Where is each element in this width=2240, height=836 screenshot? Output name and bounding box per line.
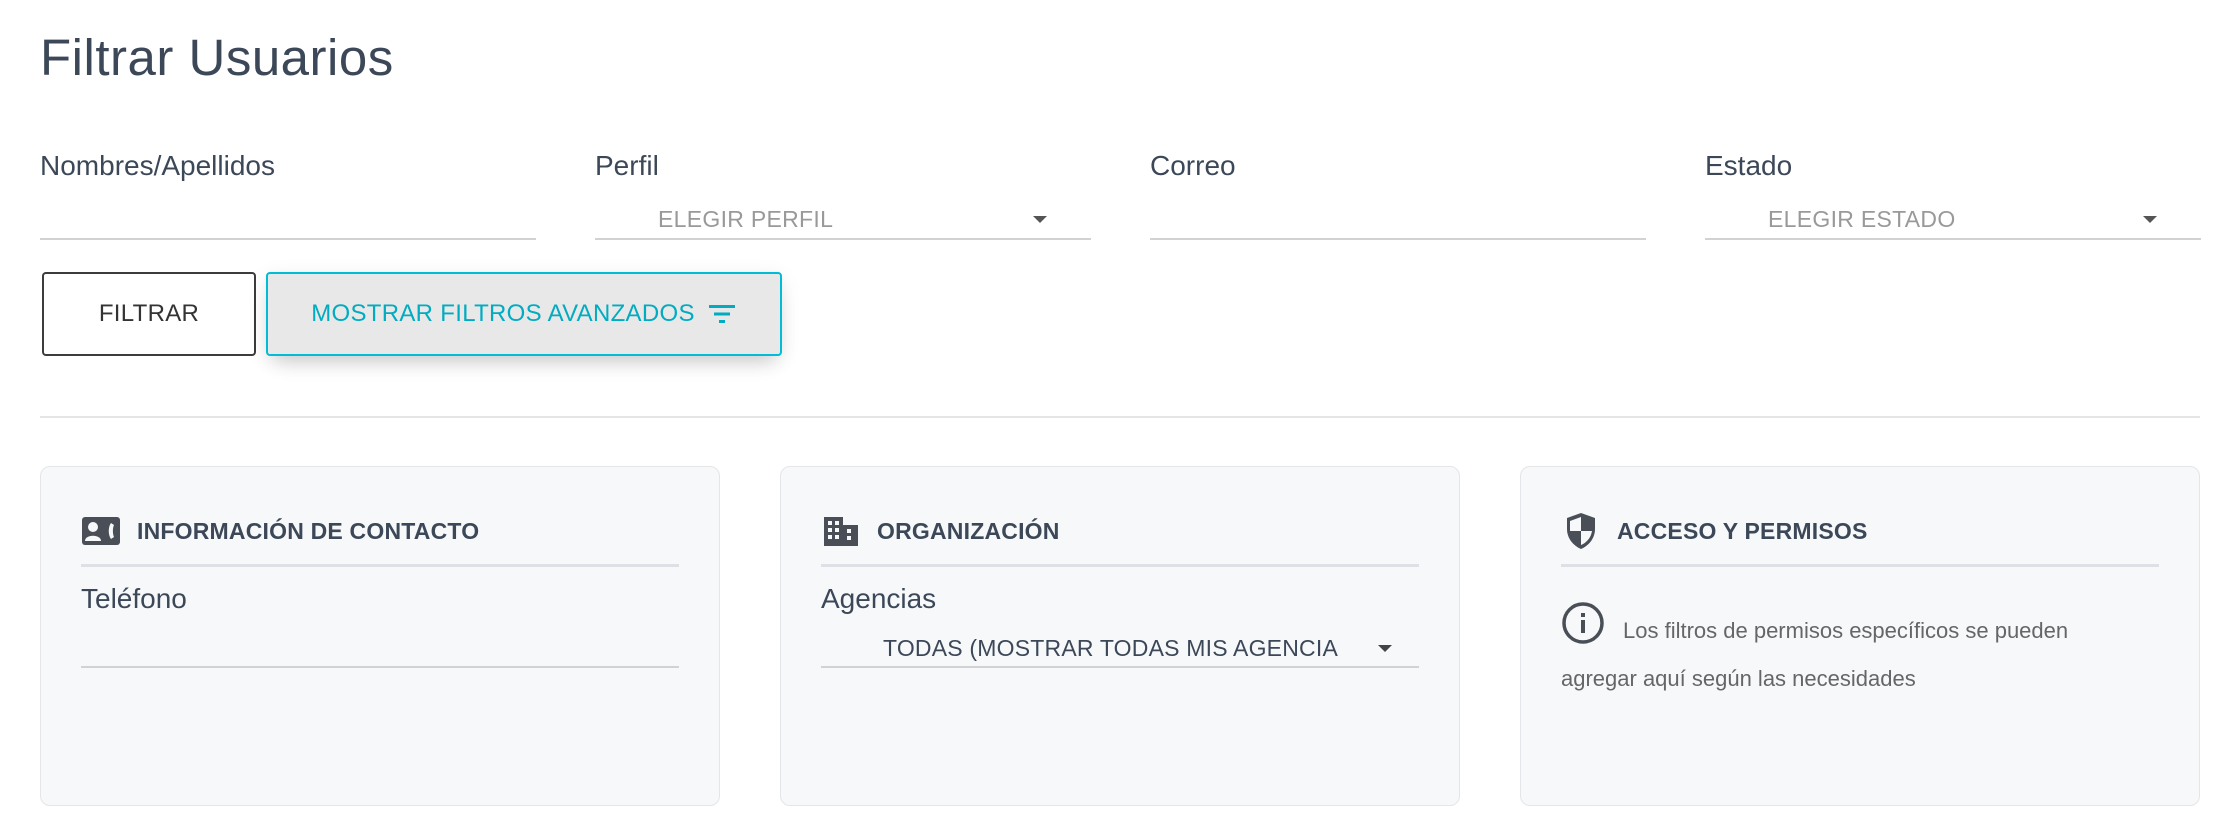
filter-list-icon (707, 302, 737, 326)
contact-info-card: INFORMACIÓN DE CONTACTO Teléfono (40, 466, 720, 806)
organization-card-header: ORGANIZACIÓN (821, 511, 1419, 551)
name-field[interactable]: Nombres/Apellidos (40, 150, 536, 240)
name-input-underline[interactable] (40, 238, 536, 240)
filter-users-page: Filtrar Usuarios Nombres/Apellidos Perfi… (0, 0, 2240, 836)
filter-button[interactable]: FILTRAR (42, 272, 256, 356)
advanced-filters-label: MOSTRAR FILTROS AVANZADOS (311, 300, 695, 327)
contact-card-title: INFORMACIÓN DE CONTACTO (137, 517, 480, 544)
show-advanced-filters-button[interactable]: MOSTRAR FILTROS AVANZADOS (266, 272, 782, 356)
card-title-rule (821, 564, 1419, 567)
card-title-rule (1561, 564, 2159, 567)
profile-underline (595, 238, 1091, 240)
access-permissions-card: ACCESO Y PERMISOS Los filtros de permiso… (1520, 466, 2200, 806)
chevron-down-icon[interactable] (1378, 645, 1392, 652)
access-card-title: ACCESO Y PERMISOS (1617, 517, 1868, 544)
contact-card-header: INFORMACIÓN DE CONTACTO (81, 511, 679, 551)
name-label: Nombres/Apellidos (40, 150, 275, 181)
phone-label: Teléfono (81, 583, 187, 614)
organization-card: ORGANIZACIÓN Agencias TODAS (MOSTRAR TOD… (780, 466, 1460, 806)
organization-card-title: ORGANIZACIÓN (877, 517, 1060, 544)
profile-placeholder[interactable]: ELEGIR PERFIL (658, 206, 833, 233)
card-title-rule (81, 564, 679, 567)
email-label: Correo (1150, 150, 1236, 181)
status-label: Estado (1705, 150, 1793, 181)
section-divider (40, 416, 2200, 418)
agencies-underline (821, 666, 1419, 668)
profile-select[interactable]: Perfil ELEGIR PERFIL (595, 150, 1091, 240)
phone-input-underline[interactable] (81, 666, 679, 668)
status-select[interactable]: Estado ELEGIR ESTADO (1705, 150, 2201, 240)
page-title: Filtrar Usuarios (40, 29, 394, 86)
email-field[interactable]: Correo (1150, 150, 1646, 240)
agencies-label: Agencias (821, 583, 937, 614)
agencies-select-value[interactable]: TODAS (MOSTRAR TODAS MIS AGENCIA (883, 635, 1338, 662)
contact-card-icon (81, 511, 121, 551)
building-icon (821, 511, 861, 551)
chevron-down-icon[interactable] (1033, 216, 1047, 223)
profile-label: Perfil (595, 150, 659, 181)
shield-icon (1561, 511, 1601, 551)
chevron-down-icon[interactable] (2143, 216, 2157, 223)
filter-button-label: FILTRAR (98, 300, 200, 327)
email-input-underline[interactable] (1150, 238, 1646, 240)
status-underline (1705, 238, 2201, 240)
access-card-header: ACCESO Y PERMISOS (1561, 511, 2159, 551)
access-info-text: Los filtros de permisos específicos se p… (1561, 618, 2069, 691)
status-placeholder[interactable]: ELEGIR ESTADO (1768, 206, 1956, 233)
